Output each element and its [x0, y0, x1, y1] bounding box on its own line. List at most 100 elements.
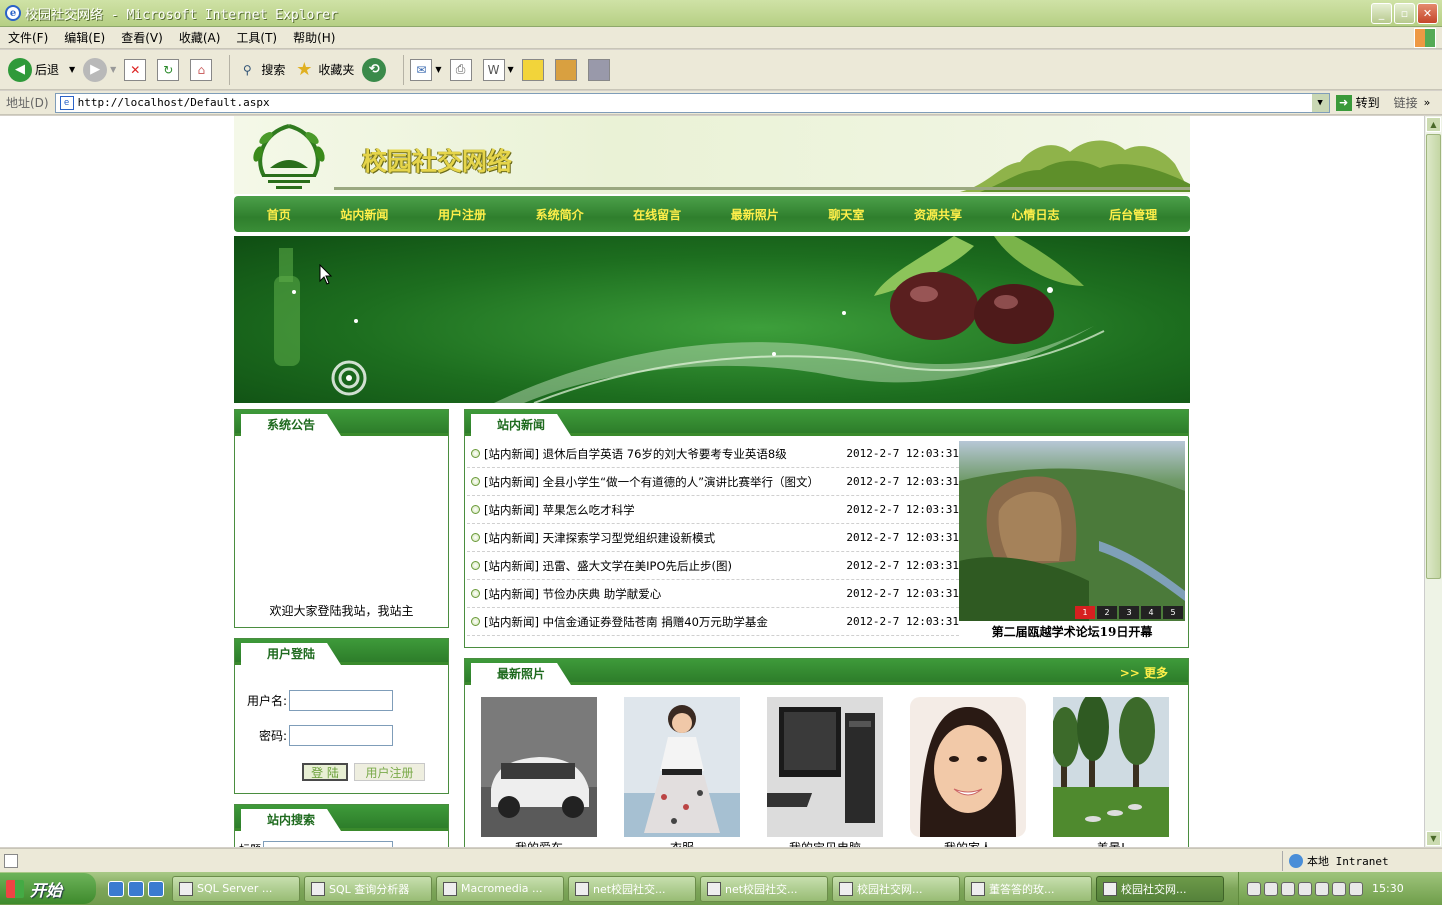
home-icon[interactable]: ⌂: [190, 58, 213, 81]
news-item-title[interactable]: [站内新闻] 苹果怎么吃才科学: [484, 502, 842, 518]
news-slideshow[interactable]: 1 2 3 4 5: [959, 441, 1185, 621]
taskbar-item-active[interactable]: 校园社交网...: [1096, 875, 1224, 902]
address-dropdown-icon[interactable]: ▼: [1311, 93, 1329, 112]
menu-file[interactable]: 文件(F): [8, 29, 48, 46]
tray-ime-icon[interactable]: [1349, 881, 1363, 896]
photo-thumb-computer[interactable]: [767, 697, 883, 837]
ie-quicklaunch-icon[interactable]: [108, 880, 124, 897]
login-button[interactable]: 登 陆: [302, 763, 348, 781]
photo-thumb-family[interactable]: [910, 697, 1026, 837]
nav-register[interactable]: 用户注册: [438, 206, 486, 223]
history-icon[interactable]: ⟲: [362, 57, 387, 82]
slide-page[interactable]: 2: [1097, 606, 1117, 619]
news-item[interactable]: [站内新闻] 退休后自学英语 76岁的刘大爷要考专业英语8级 2012-2-7 1…: [467, 440, 959, 468]
scroll-thumb[interactable]: [1426, 134, 1441, 579]
news-item[interactable]: [站内新闻] 中信金通证券登陆苍南 捐赠40万元助学基金 2012-2-7 12:…: [467, 608, 959, 636]
slide-caption[interactable]: 第二届瓯越学术论坛19日开幕: [959, 623, 1185, 640]
tray-qq-icon[interactable]: [1281, 881, 1295, 896]
edit-word-icon[interactable]: W: [482, 58, 505, 81]
news-item[interactable]: [站内新闻] 苹果怎么吃才科学 2012-2-7 12:03:31: [467, 496, 959, 524]
research-icon[interactable]: [554, 58, 577, 81]
nav-home[interactable]: 首页: [267, 206, 291, 223]
news-item-title[interactable]: [站内新闻] 全县小学生“做一个有道德的人”演讲比赛举行（图文）: [484, 474, 842, 490]
photo-caption[interactable]: 我的家人: [910, 839, 1026, 847]
nav-news[interactable]: 站内新闻: [340, 206, 388, 223]
news-item[interactable]: [站内新闻] 天津探索学习型党组织建设新模式 2012-2-7 12:03:31: [467, 524, 959, 552]
slide-page[interactable]: 4: [1141, 606, 1161, 619]
menu-tools[interactable]: 工具(T): [236, 29, 277, 46]
close-button[interactable]: ✕: [1417, 3, 1438, 24]
taskbar-item[interactable]: net校园社交...: [568, 875, 696, 902]
minimize-button[interactable]: _: [1371, 3, 1392, 24]
search-button[interactable]: ⚲ 搜索: [236, 59, 285, 81]
menu-edit[interactable]: 编辑(E): [64, 29, 105, 46]
taskbar-item[interactable]: SQL Server ...: [172, 875, 300, 902]
desktop-quicklaunch-icon[interactable]: [148, 880, 164, 897]
nav-photos[interactable]: 最新照片: [731, 206, 779, 223]
scroll-down-icon[interactable]: ▼: [1426, 831, 1441, 846]
tray-volume-icon[interactable]: [1332, 881, 1346, 896]
print-icon[interactable]: ⎙: [449, 58, 472, 81]
nav-diary[interactable]: 心情日志: [1012, 206, 1060, 223]
back-button[interactable]: ◀ 后退 ▼: [8, 57, 75, 82]
go-button[interactable]: ➜ 转到: [1335, 94, 1380, 111]
chevron-icon[interactable]: »: [1424, 96, 1431, 109]
menu-help[interactable]: 帮助(H): [293, 29, 335, 46]
page-scrollbar[interactable]: ▲ ▼: [1424, 116, 1442, 847]
username-input[interactable]: [289, 690, 394, 711]
photo-caption[interactable]: 衣服: [624, 839, 740, 847]
quick-launch: [108, 880, 164, 897]
forward-button[interactable]: ▶ ▼: [83, 57, 116, 82]
tray-arrow-icon[interactable]: [1247, 881, 1261, 896]
photo-caption[interactable]: 我的宝贝电脑: [767, 839, 883, 847]
photo-thumb-car[interactable]: [481, 697, 597, 837]
outlook-quicklaunch-icon[interactable]: [128, 880, 144, 897]
news-item[interactable]: [站内新闻] 全县小学生“做一个有道德的人”演讲比赛举行（图文） 2012-2-7…: [467, 468, 959, 496]
maximize-button[interactable]: ▫: [1394, 3, 1415, 24]
favorites-button[interactable]: ★ 收藏夹: [293, 59, 354, 81]
news-item-title[interactable]: [站内新闻] 中信金通证券登陆苍南 捐赠40万元助学基金: [484, 614, 842, 630]
photo-caption[interactable]: 美景!: [1053, 839, 1169, 847]
register-button[interactable]: 用户注册: [354, 763, 425, 781]
nav-admin[interactable]: 后台管理: [1109, 206, 1157, 223]
nav-guestbook[interactable]: 在线留言: [633, 206, 681, 223]
taskbar-item[interactable]: Macromedia ...: [436, 875, 564, 902]
menu-view[interactable]: 查看(V): [121, 29, 163, 46]
news-item-title[interactable]: [站内新闻] 迅雷、盛大文学在美IPO先后止步(图): [484, 558, 842, 574]
taskbar-item[interactable]: SQL 查询分析器: [304, 875, 432, 902]
news-item[interactable]: [站内新闻] 节俭办庆典 助学献爱心 2012-2-7 12:03:31: [467, 580, 959, 608]
search-input[interactable]: [263, 841, 393, 847]
news-item[interactable]: [站内新闻] 迅雷、盛大文学在美IPO先后止步(图) 2012-2-7 12:03…: [467, 552, 959, 580]
address-input[interactable]: e http://localhost/Default.aspx ▼: [54, 92, 1330, 113]
news-item-title[interactable]: [站内新闻] 天津探索学习型党组织建设新模式: [484, 530, 842, 546]
photo-thumb-dress[interactable]: [624, 697, 740, 837]
menu-favorites[interactable]: 收藏(A): [179, 29, 221, 46]
slide-page[interactable]: 5: [1163, 606, 1183, 619]
taskbar-item[interactable]: 校园社交网...: [832, 875, 960, 902]
news-item-title[interactable]: [站内新闻] 退休后自学英语 76岁的刘大爷要考专业英语8级: [484, 446, 842, 462]
messenger-icon[interactable]: [587, 58, 610, 81]
start-button[interactable]: 开始: [0, 873, 96, 904]
photo-thumb-scenery[interactable]: [1053, 697, 1169, 837]
news-item-title[interactable]: [站内新闻] 节俭办庆典 助学献爱心: [484, 586, 842, 602]
links-button[interactable]: 链接: [1394, 94, 1418, 111]
clock[interactable]: 15:30: [1372, 882, 1404, 895]
mail-icon[interactable]: ✉: [410, 58, 433, 81]
more-link[interactable]: >> 更多: [1120, 664, 1168, 681]
refresh-icon[interactable]: ↻: [157, 58, 180, 81]
tray-app-icon[interactable]: [1264, 881, 1278, 896]
tray-security-icon[interactable]: [1315, 881, 1329, 896]
nav-about[interactable]: 系统简介: [536, 206, 584, 223]
nav-resources[interactable]: 资源共享: [914, 206, 962, 223]
nav-chatroom[interactable]: 聊天室: [828, 206, 864, 223]
slide-page[interactable]: 3: [1119, 606, 1139, 619]
scroll-up-icon[interactable]: ▲: [1426, 117, 1441, 132]
taskbar-item[interactable]: net校园社交...: [700, 875, 828, 902]
photo-caption[interactable]: 我的爱车: [481, 839, 597, 847]
slide-page[interactable]: 1: [1075, 606, 1095, 619]
taskbar-item[interactable]: 董答答的玫...: [964, 875, 1092, 902]
stop-icon[interactable]: ✕: [124, 58, 147, 81]
password-input[interactable]: [289, 725, 394, 746]
note-icon[interactable]: [521, 58, 544, 81]
tray-network-icon[interactable]: [1298, 881, 1312, 896]
